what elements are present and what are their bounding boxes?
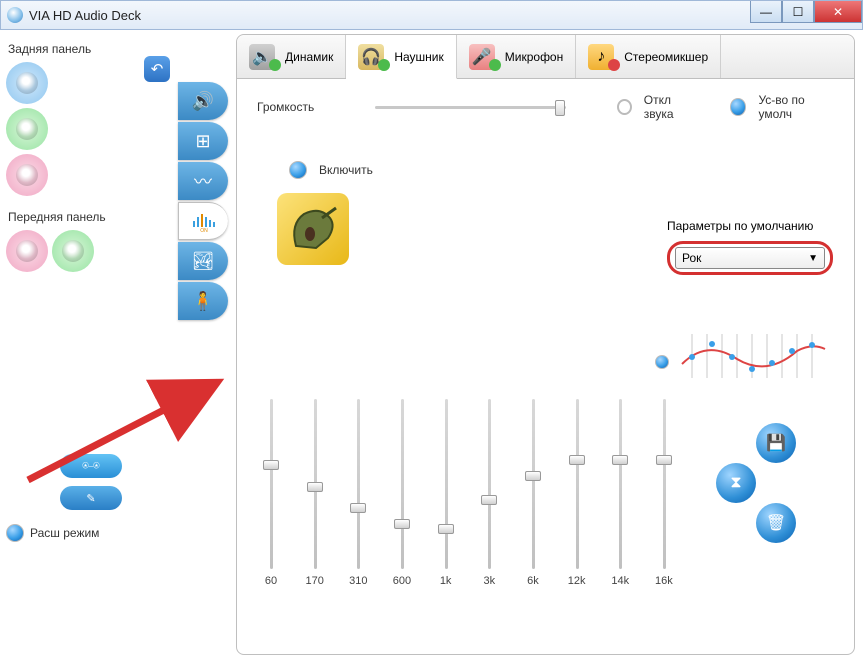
eq-band: 310 [348,399,368,587]
curve-toggle[interactable] [655,355,669,369]
front-jack-pink[interactable] [6,230,48,272]
eq-enable-label: Включить [319,163,373,177]
volume-icon: 🔊 [192,91,214,112]
eq-enable-radio[interactable] [289,161,307,179]
preset-image [277,193,349,265]
eq-slider[interactable] [523,399,543,569]
eq-slider[interactable] [479,399,499,569]
chevron-down-icon: ▼ [808,253,818,264]
eq-band-label: 6k [527,575,539,587]
mode-radio[interactable] [6,524,24,542]
sidetab-environment[interactable]: 🏞 [178,242,228,280]
preset-dropdown[interactable]: Рок ▼ [675,247,825,269]
check-icon [378,59,390,71]
tab-headphone[interactable]: 🎧 Наушник [346,35,456,79]
eq-band-label: 60 [265,575,277,587]
eq-curve-preview [677,329,827,383]
rear-jack-blue[interactable] [6,62,48,104]
eq-save-button[interactable]: 💾 [756,423,796,463]
eq-delete-button[interactable]: 🗑 [756,503,796,543]
close-button[interactable]: ✕ [814,1,862,23]
eq-band: 6k [523,399,543,587]
eq-slider[interactable] [305,399,325,569]
eq-slider[interactable] [392,399,412,569]
tab-speaker[interactable]: 🔈 Динамик [237,35,346,78]
equalizer: 60 170 310 600 1k 3k 6k 12k 14k 16k [261,399,674,587]
sidetab-eq[interactable]: ON [178,202,228,240]
rear-jack-pink[interactable] [6,154,48,196]
connector-button-2[interactable]: ✎ [60,486,122,510]
eq-band: 3k [479,399,499,587]
title-bar: VIA HD Audio Deck — ☐ ✕ [0,0,863,30]
sidetab-room[interactable]: 🧍 [178,282,228,320]
scene-icon: 🏞 [192,251,215,272]
check-icon [269,59,281,71]
maximize-button[interactable]: ☐ [782,1,814,23]
volume-slider[interactable] [375,97,566,117]
eq-band-label: 170 [305,575,323,587]
front-jack-green[interactable] [52,230,94,272]
eq-band: 170 [305,399,325,587]
eq-band-label: 1k [440,575,452,587]
preset-value: Рок [682,251,701,265]
sidetab-wave[interactable]: 〰 [178,162,228,200]
eq-slider[interactable] [610,399,630,569]
eq-action-buttons: 💾 ⧗ 🗑 [702,429,822,549]
refresh-button[interactable]: ↶ [144,56,170,82]
speakers-icon: ⊞ [195,131,210,152]
connector-button-1[interactable]: ⍟⎯⍟ [60,454,122,478]
check-icon [489,59,501,71]
mute-radio[interactable] [617,99,632,115]
eq-band: 600 [392,399,412,587]
tab-speaker-label: Динамик [285,50,333,64]
tab-headphone-label: Наушник [394,50,443,64]
eq-slider[interactable] [348,399,368,569]
mode-label: Расш режим [30,526,99,540]
window-title: VIA HD Audio Deck [29,8,141,23]
main-panel: 🔈 Динамик 🎧 Наушник 🎤 Микрофон ♪ Стереом… [236,34,855,655]
eq-band: 1k [436,399,456,587]
default-device-radio[interactable] [730,98,747,116]
eq-band-label: 16k [655,575,673,587]
volume-label: Громкость [257,100,314,114]
eq-band: 60 [261,399,281,587]
default-device-label: Ус-во по умолч [758,93,834,121]
tab-mixer[interactable]: ♪ Стереомикшер [576,35,721,78]
preset-header: Параметры по умолчанию [667,219,833,233]
eq-slider[interactable] [654,399,674,569]
eq-band: 16k [654,399,674,587]
preset-highlight: Рок ▼ [667,241,833,275]
rear-jack-green[interactable] [6,108,48,150]
eq-band-label: 3k [483,575,495,587]
mute-label: Откл звука [644,93,699,121]
eq-band-label: 14k [611,575,629,587]
front-panel-label: Передняя панель [8,210,172,224]
rear-panel-label: Задняя панель [8,42,172,56]
sidetab-volume[interactable]: 🔊 [178,82,228,120]
tab-mixer-label: Стереомикшер [624,50,708,64]
eq-band: 14k [610,399,630,587]
eq-band-label: 12k [568,575,586,587]
eq-band-label: 600 [393,575,411,587]
left-panel: Задняя панель ↶ Передняя панель ⍟⎯⍟ ✎ Ра… [0,30,178,663]
minimize-button[interactable]: — [750,1,782,23]
eq-slider[interactable] [436,399,456,569]
tab-mic-label: Микрофон [505,50,563,64]
eq-slider[interactable] [567,399,587,569]
svg-text:ON: ON [200,228,208,232]
eq-band: 12k [567,399,587,587]
room-icon: 🧍 [192,291,214,312]
eq-icon: ON [190,210,218,232]
eq-reset-button[interactable]: ⧗ [716,463,756,503]
tab-mic[interactable]: 🎤 Микрофон [457,35,576,78]
wave-icon: 〰 [194,168,212,194]
x-icon [608,59,620,71]
app-icon [7,7,23,23]
eq-band-label: 310 [349,575,367,587]
sidetab-speakers[interactable]: ⊞ [178,122,228,160]
side-tabs: 🔊 ⊞ 〰 ON 🏞 🧍 [178,30,236,663]
eq-slider[interactable] [261,399,281,569]
device-tabstrip: 🔈 Динамик 🎧 Наушник 🎤 Микрофон ♪ Стереом… [237,35,854,79]
